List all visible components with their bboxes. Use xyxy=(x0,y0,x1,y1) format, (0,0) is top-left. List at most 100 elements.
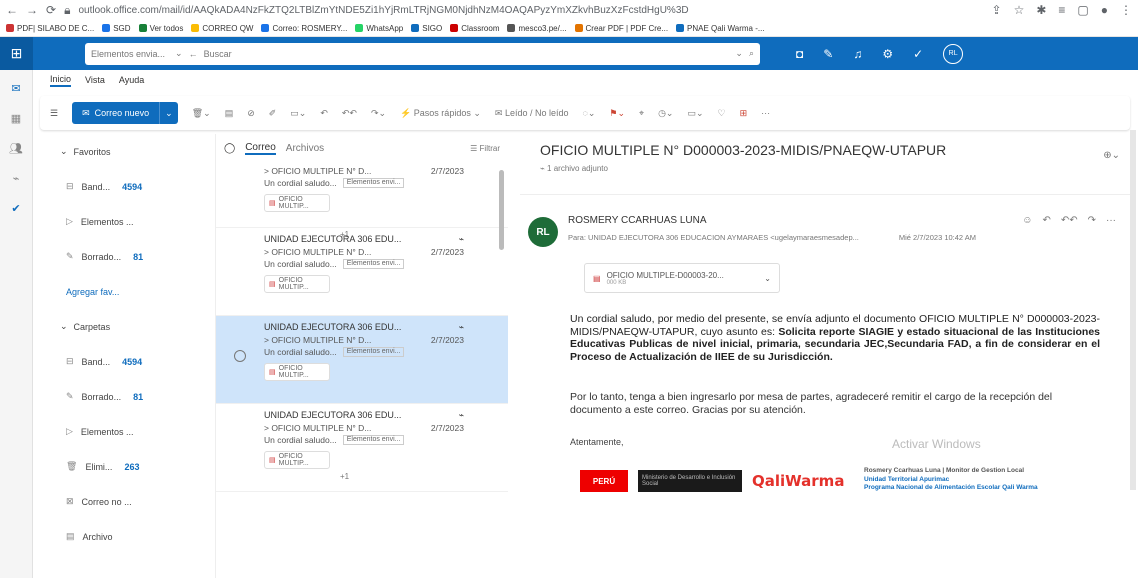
attachment-chip[interactable]: ▤ OFICIO MULTIP... xyxy=(264,275,330,293)
read-unread-button[interactable]: ✉ Leído / No leído xyxy=(495,108,569,119)
chevron-down-icon[interactable]: ⌄ xyxy=(175,48,183,59)
app-launcher-icon[interactable]: ⊞ xyxy=(0,37,33,70)
back-icon[interactable]: ← xyxy=(6,3,18,17)
folder-section[interactable]: ⌄ Favoritos xyxy=(40,134,210,169)
chevron-down-icon[interactable]: ⌄ xyxy=(60,321,68,332)
reply-icon[interactable]: ↶ xyxy=(320,108,328,119)
report-icon[interactable]: ⊘ xyxy=(247,108,255,119)
list-item[interactable]: > OFICIO MULTIPLE N° D... 2/7/2023 Un cord… xyxy=(216,162,508,239)
bookmark-item[interactable]: WhatsApp xyxy=(355,24,403,33)
emoji-icon[interactable]: ☺ xyxy=(1022,215,1032,226)
tab-inicio[interactable]: Inicio xyxy=(50,74,72,87)
calendar-icon[interactable]: ▦ xyxy=(0,106,32,130)
reply-all-icon[interactable]: ↶↶ xyxy=(1061,215,1078,226)
categorize-icon[interactable]: ▭⌄ xyxy=(687,108,703,119)
tab-mail[interactable]: Correo xyxy=(245,142,276,155)
teams-icon[interactable]: ◘ xyxy=(796,47,803,61)
window-icon[interactable]: ▢ xyxy=(1077,3,1088,17)
move-icon[interactable]: ▭⌄ xyxy=(290,108,306,119)
select-checkbox[interactable] xyxy=(234,350,246,362)
folder-item[interactable]: ⊟ Band... 4594 xyxy=(40,169,210,204)
list-item[interactable]: UNIDAD EJECUTORA 306 EDU... ⌁ > OFICIO MUL… xyxy=(216,404,508,492)
chevron-down-icon[interactable]: ⌄ xyxy=(764,274,771,283)
reading-list-icon[interactable]: ≡ xyxy=(1058,3,1065,17)
extensions-icon[interactable]: ✱ xyxy=(1036,3,1046,17)
tab-files[interactable]: Archivos xyxy=(286,143,324,154)
folder-item[interactable]: ⊟ Band... 4594 xyxy=(40,344,210,379)
profile-icon[interactable]: ● xyxy=(1101,3,1108,17)
folder-item[interactable]: ✎ Borrado... 81 xyxy=(40,239,210,274)
reply-icon[interactable]: ↶ xyxy=(1042,215,1050,226)
search-scope[interactable]: Elementos envia... xyxy=(91,49,169,59)
notes-icon[interactable]: ✎ xyxy=(823,47,833,61)
list-item[interactable]: UNIDAD EJECUTORA 306 EDU... ⌁ > OFICIO MUL… xyxy=(216,228,508,316)
sender-name[interactable]: ROSMERY CCARHUAS LUNA xyxy=(568,215,707,226)
new-mail-button[interactable]: ✉ Correo nuevo ⌄ xyxy=(72,102,178,124)
folder-item[interactable]: 🗑︎ Elimi... 263 xyxy=(40,449,210,484)
folder-item[interactable]: ✎ Borrado... 81 xyxy=(40,379,210,414)
folder-item[interactable]: ⊠ Correo no ... xyxy=(40,484,210,519)
more-icon[interactable]: ··· xyxy=(1106,215,1116,226)
folder-item[interactable]: ▷ Elementos ... xyxy=(40,414,210,449)
attach-icon[interactable]: ⌁ xyxy=(0,166,32,190)
forward-icon[interactable]: ↷⌄ xyxy=(371,108,386,119)
forward-icon[interactable]: → xyxy=(26,3,38,17)
attachment-chip[interactable]: ▤ OFICIO MULTIP... xyxy=(264,451,330,469)
quick-steps-button[interactable]: ⚡ Pasos rápidos ⌄ xyxy=(400,108,481,119)
pin-icon[interactable]: ⌖ xyxy=(639,108,644,119)
search-icon[interactable]: ⌕ xyxy=(749,48,754,59)
bell-icon[interactable]: ♫ xyxy=(853,47,862,61)
bookmark-item[interactable]: SIGO xyxy=(411,24,442,33)
reload-icon[interactable]: ⟳ xyxy=(46,3,56,17)
bookmark-item[interactable]: mesco3.pe/... xyxy=(507,24,567,33)
search-input[interactable]: Buscar xyxy=(204,49,730,59)
bookmark-item[interactable]: PDF| SILABO DE C... xyxy=(6,24,94,33)
bookmark-item[interactable]: Classroom xyxy=(450,24,499,33)
gear-icon[interactable]: ⚙ xyxy=(882,47,893,61)
attachment-chip[interactable]: ▤ OFICIO MULTIP... xyxy=(264,363,330,381)
address-bar[interactable]: outlook.office.com/mail/id/AAQkADA4NzFkZ… xyxy=(78,5,983,16)
flag-icon[interactable]: ⚑⌄ xyxy=(609,108,625,119)
bookmark-item[interactable]: Ver todos xyxy=(138,24,183,33)
bookmark-item[interactable]: CORREO QW xyxy=(191,24,253,33)
chevron-down-icon[interactable]: ⌄ xyxy=(735,48,743,59)
chevron-down-icon[interactable]: ⌄ xyxy=(60,146,68,157)
tab-ayuda[interactable]: Ayuda xyxy=(119,75,144,85)
more-attachments[interactable]: +1 xyxy=(340,472,349,481)
bookmark-item[interactable]: PNAE Qali Warma -... xyxy=(676,24,765,33)
page-scrollbar[interactable] xyxy=(1130,130,1136,490)
people-icon[interactable]: 👥︎ xyxy=(0,136,32,160)
avatar[interactable]: RL xyxy=(943,43,964,64)
attachment-chip[interactable]: ▤ OFICIO MULTIPLE-D00003-20... 000 KB ⌄ xyxy=(584,263,780,293)
sweep-icon[interactable]: ✐ xyxy=(269,108,277,119)
more-icon[interactable]: ··· xyxy=(761,108,770,118)
todo-icon[interactable]: ✔ xyxy=(0,196,32,220)
mail-icon[interactable]: ✉ xyxy=(0,76,32,100)
folder-item[interactable]: ▷ Elementos ... xyxy=(40,204,210,239)
hamburger-icon[interactable]: ☰ xyxy=(50,108,58,119)
tag-icon[interactable]: ◌⌄ xyxy=(582,108,595,119)
grid-icon[interactable]: ⊞ xyxy=(740,108,748,119)
select-all-checkbox[interactable]: ◯ xyxy=(224,143,235,154)
folder-item[interactable]: Agregar fav... xyxy=(40,274,210,309)
bookmark-item[interactable]: Correo: ROSMERY... xyxy=(261,24,347,33)
menu-icon[interactable]: ⋮ xyxy=(1120,3,1132,17)
feedback-icon[interactable]: ✓ xyxy=(913,47,923,61)
folder-section[interactable]: ⌄ Carpetas xyxy=(40,309,210,344)
attachment-chip[interactable]: ▤ OFICIO MULTIP... xyxy=(264,194,330,212)
zoom-icon[interactable]: ⊕⌄ xyxy=(1103,150,1120,161)
archive-icon[interactable]: ▤ xyxy=(225,108,234,119)
reply-all-icon[interactable]: ↶↶ xyxy=(342,108,357,119)
share-icon[interactable]: ⇪ xyxy=(992,3,1002,17)
folder-item[interactable]: ▤ Archivo xyxy=(40,519,210,554)
snooze-icon[interactable]: ◷⌄ xyxy=(658,108,673,119)
tab-vista[interactable]: Vista xyxy=(85,75,105,85)
policy-icon[interactable]: ♡ xyxy=(718,108,726,119)
star-icon[interactable]: ☆ xyxy=(1014,3,1025,17)
list-item[interactable]: UNIDAD EJECUTORA 306 EDU... ⌁ > OFICIO MUL… xyxy=(216,316,508,404)
scrollbar[interactable] xyxy=(499,170,504,250)
bookmark-item[interactable]: Crear PDF | PDF Cre... xyxy=(574,24,668,33)
search-box[interactable]: Elementos envia... ⌄ ← Buscar ⌄ ⌕ xyxy=(85,42,760,65)
forward-icon[interactable]: ↷ xyxy=(1088,215,1096,226)
delete-icon[interactable]: 🗑︎⌄ xyxy=(192,108,211,119)
